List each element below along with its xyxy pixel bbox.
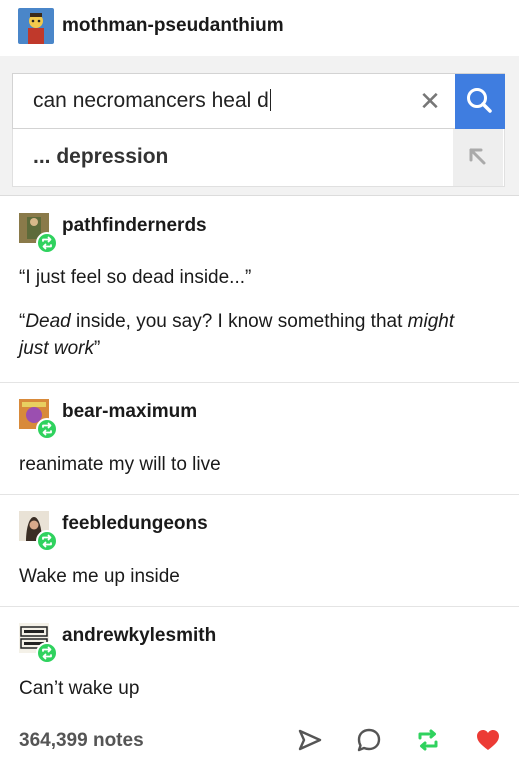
search-input[interactable]: can necromancers heal d ✕ <box>12 73 505 129</box>
reblog-icon <box>418 729 438 751</box>
arrow-up-left-icon <box>469 148 486 165</box>
clear-button[interactable]: ✕ <box>415 86 445 116</box>
post-footer: 364,399 notes <box>0 712 519 767</box>
reblog-entry: feebledungeons Wake me up inside <box>0 495 519 607</box>
reblog-username[interactable]: feebledungeons <box>62 513 208 535</box>
reblog-badge <box>36 642 58 664</box>
reblog-entry: andrewkylesmith Can’t wake up <box>0 607 519 712</box>
reblog-text: reanimate my will to live <box>19 454 221 475</box>
search-icon <box>467 88 492 113</box>
reblog-text: Can’t wake up <box>19 678 140 699</box>
reblog-text: Wake me up inside <box>19 566 180 587</box>
search-button[interactable] <box>455 74 505 129</box>
search-query[interactable]: can necromancers heal d <box>33 89 271 113</box>
reblog-button[interactable] <box>414 726 442 754</box>
notes-count[interactable]: 364,399 notes <box>19 730 144 752</box>
comment-icon <box>357 728 381 752</box>
reblog-icon <box>42 422 52 436</box>
op-username[interactable]: mothman-pseudanthium <box>62 15 284 37</box>
search-query-text: can necromancers heal d <box>33 89 269 112</box>
reblog-username[interactable]: bear-maximum <box>62 401 197 423</box>
text-caret <box>269 89 271 111</box>
reblog-icon <box>42 646 52 660</box>
fill-suggestion-button[interactable] <box>453 129 503 186</box>
reblog-entry: bear-maximum reanimate my will to live <box>0 383 519 495</box>
op-avatar[interactable] <box>18 8 54 44</box>
reblog-badge <box>36 418 58 440</box>
search-panel: can necromancers heal d ✕ ... depression <box>0 56 519 196</box>
reblog-badge <box>36 232 58 254</box>
share-button[interactable] <box>296 726 324 754</box>
search-suggestion[interactable]: ... depression <box>12 129 505 187</box>
cartoon-avatar-icon <box>18 8 54 44</box>
reblog-text: “Dead inside, you say? I know something … <box>19 311 455 359</box>
reblog-username[interactable]: andrewkylesmith <box>62 625 216 647</box>
share-icon <box>298 729 322 751</box>
reblog-badge <box>36 530 58 552</box>
post-header: mothman-pseudanthium <box>0 0 519 52</box>
like-button[interactable] <box>474 726 502 754</box>
reply-button[interactable] <box>355 726 383 754</box>
reblog-text: “I just feel so dead inside...” <box>19 267 252 288</box>
suggestion-text[interactable]: ... depression <box>33 145 168 169</box>
reblog-icon <box>42 534 52 548</box>
reblog-entry: pathfindernerds “I just feel so dead ins… <box>0 197 519 383</box>
heart-icon <box>477 730 499 750</box>
reblog-username[interactable]: pathfindernerds <box>62 215 207 237</box>
reblog-icon <box>42 236 52 250</box>
